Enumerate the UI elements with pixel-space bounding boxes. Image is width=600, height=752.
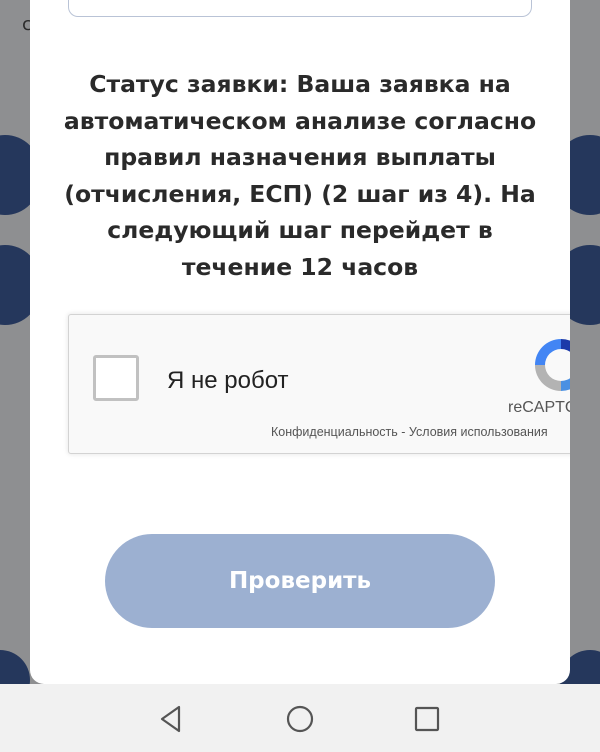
- check-button[interactable]: Проверить: [105, 534, 495, 628]
- status-modal: Статус заявки: Ваша заявка на автоматиче…: [30, 0, 570, 684]
- recaptcha-checkbox[interactable]: [93, 355, 139, 401]
- background-button-left-3: [0, 650, 30, 684]
- back-triangle-icon[interactable]: [156, 704, 186, 734]
- recent-square-icon[interactable]: [412, 704, 442, 734]
- recaptcha-privacy-terms-links[interactable]: Конфиденциальность - Условия использован…: [271, 425, 548, 439]
- top-input-field[interactable]: [68, 0, 532, 17]
- recaptcha-logo-icon: [535, 339, 570, 391]
- recaptcha-label: Я не робот: [167, 367, 289, 394]
- recaptcha-widget: Я не робот reCAPTCHA Конфиденциальность …: [68, 314, 570, 454]
- home-circle-icon[interactable]: [285, 704, 315, 734]
- android-nav-bar: [0, 684, 600, 752]
- recaptcha-brand: reCAPTCHA: [508, 399, 570, 416]
- application-status-text: Статус заявки: Ваша заявка на автоматиче…: [63, 70, 537, 281]
